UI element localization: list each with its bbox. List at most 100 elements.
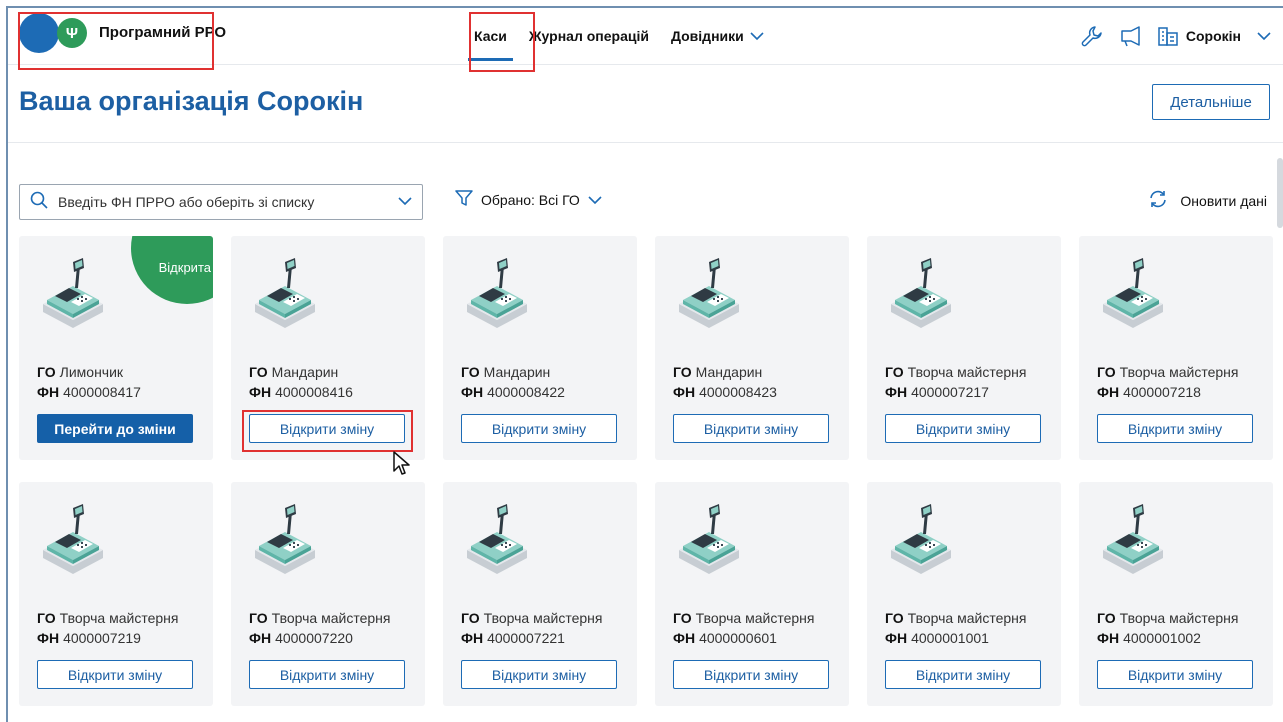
go-label: ГО xyxy=(1097,610,1116,626)
go-name: Творча майстерня xyxy=(907,364,1027,380)
go-label: ГО xyxy=(461,610,480,626)
search-icon xyxy=(30,191,48,214)
go-name: Творча майстерня xyxy=(59,610,179,626)
fn-label: ФН xyxy=(37,630,60,646)
open-shift-button[interactable]: Відкрити зміну xyxy=(673,660,829,689)
refresh-button[interactable]: Оновити дані xyxy=(1148,189,1267,212)
search-input[interactable]: Введіть ФН ПРРО або оберіть зі списку xyxy=(19,184,423,220)
search-placeholder: Введіть ФН ПРРО або оберіть зі списку xyxy=(58,194,315,210)
fn-label: ФН xyxy=(885,630,908,646)
building-icon xyxy=(1156,24,1180,48)
go-name: Творча майстерня xyxy=(1119,364,1239,380)
card-info: ГО Творча майстерня ФН 4000001002 xyxy=(1097,608,1238,648)
go-name: Мандарин xyxy=(695,364,763,380)
go-label: ГО xyxy=(37,610,56,626)
cash-register-card: ГО Творча майстерня ФН 4000007217 Відкрити… xyxy=(867,236,1061,460)
fn-number: 4000008422 xyxy=(487,384,565,400)
fn-number: 4000007217 xyxy=(911,384,989,400)
wrench-icon[interactable] xyxy=(1080,24,1104,48)
go-name: Творча майстерня xyxy=(907,610,1027,626)
cash-register-icon xyxy=(885,498,957,585)
cash-register-icon xyxy=(1097,498,1169,585)
go-name: Мандарин xyxy=(483,364,551,380)
card-info: ГО Творча майстерня ФН 4000000601 xyxy=(673,608,814,648)
go-name: Творча майстерня xyxy=(483,610,603,626)
fn-label: ФН xyxy=(1097,630,1120,646)
nav-item-directories[interactable]: Довідники xyxy=(671,8,764,64)
go-label: ГО xyxy=(673,610,692,626)
open-shift-button[interactable]: Відкрити зміну xyxy=(673,414,829,443)
open-shift-button[interactable]: Відкрити зміну xyxy=(37,660,193,689)
cash-register-card: ГО Мандарин ФН 4000008423 Відкрити зміну xyxy=(655,236,849,460)
filter-label: Обрано: Всі ГО xyxy=(481,191,580,208)
cash-register-card: ГО Творча майстерня ФН 4000001001 Відкрити… xyxy=(867,482,1061,706)
cash-register-icon xyxy=(461,252,533,339)
fn-label: ФН xyxy=(885,384,908,400)
logo-text: Програмний РРО xyxy=(99,24,227,41)
nav-item-label: Довідники xyxy=(670,28,744,44)
open-shift-button[interactable]: Відкрити зміну xyxy=(461,414,617,443)
user-menu[interactable]: Сорокін xyxy=(1156,24,1271,48)
page-title: Ваша організація Сорокін xyxy=(19,86,364,116)
chevron-down-icon xyxy=(750,28,764,44)
open-shift-button[interactable]: Відкрити зміну xyxy=(249,414,405,443)
open-shift-button[interactable]: Відкрити зміну xyxy=(461,660,617,689)
fn-label: ФН xyxy=(673,384,696,400)
cash-register-icon xyxy=(249,252,321,339)
card-info: ГО Лимончик ФН 4000008417 xyxy=(37,362,141,402)
go-label: ГО xyxy=(249,610,268,626)
cash-register-card: ГО Творча майстерня ФН 4000001002 Відкрити… xyxy=(1079,482,1273,706)
go-name: Творча майстерня xyxy=(1119,610,1239,626)
fn-number: 4000007218 xyxy=(1123,384,1201,400)
card-info: ГО Мандарин ФН 4000008423 xyxy=(673,362,777,402)
cash-register-icon xyxy=(673,498,745,585)
open-shift-button[interactable]: Відкрити зміну xyxy=(885,660,1041,689)
go-name: Творча майстерня xyxy=(271,610,391,626)
go-label: ГО xyxy=(885,364,904,380)
fn-label: ФН xyxy=(461,384,484,400)
fn-number: 4000008416 xyxy=(275,384,353,400)
cash-register-icon xyxy=(1097,252,1169,339)
card-info: ГО Творча майстерня ФН 4000007219 xyxy=(37,608,178,648)
go-label: ГО xyxy=(249,364,268,380)
cash-register-card: ГО Мандарин ФН 4000008416 Відкрити зміну xyxy=(231,236,425,460)
open-shift-button[interactable]: Відкрити зміну xyxy=(249,660,405,689)
chevron-down-icon xyxy=(1257,28,1271,44)
megaphone-icon[interactable] xyxy=(1118,24,1142,48)
fn-label: ФН xyxy=(461,630,484,646)
fn-number: 4000008423 xyxy=(699,384,777,400)
open-status-label: Відкрита xyxy=(158,260,211,275)
go-to-shift-button[interactable]: Перейти до зміни xyxy=(37,414,193,443)
chevron-down-icon xyxy=(588,192,602,208)
logo[interactable]: Ψ Програмний РРО xyxy=(19,13,229,53)
open-shift-button[interactable]: Відкрити зміну xyxy=(1097,660,1253,689)
fn-number: 4000001002 xyxy=(1123,630,1201,646)
card-info: ГО Творча майстерня ФН 4000007221 xyxy=(461,608,602,648)
go-name: Мандарин xyxy=(271,364,339,380)
fn-number: 4000000601 xyxy=(699,630,777,646)
fn-label: ФН xyxy=(673,630,696,646)
card-info: ГО Мандарин ФН 4000008416 xyxy=(249,362,353,402)
cash-register-card: Відкрита ГО Лимончик ФН 4000008417 Перейти… xyxy=(19,236,213,460)
chevron-down-icon[interactable] xyxy=(398,193,412,211)
details-button[interactable]: Детальніше xyxy=(1152,84,1270,120)
fn-label: ФН xyxy=(249,630,272,646)
cash-register-icon xyxy=(461,498,533,585)
nav-item-journal[interactable]: Журнал операцій xyxy=(529,8,649,64)
cash-register-icon xyxy=(249,498,321,585)
open-shift-button[interactable]: Відкрити зміну xyxy=(885,414,1041,443)
fn-label: ФН xyxy=(37,384,60,400)
mouse-cursor-icon xyxy=(393,451,411,482)
nav-item-kasy[interactable]: Каси xyxy=(468,8,513,64)
logo-blue-circle xyxy=(19,13,59,53)
card-info: ГО Творча майстерня ФН 4000007217 xyxy=(885,362,1026,402)
open-shift-button[interactable]: Відкрити зміну xyxy=(1097,414,1253,443)
cash-register-card: ГО Творча майстерня ФН 4000007219 Відкрити… xyxy=(19,482,213,706)
scrollbar[interactable] xyxy=(1277,158,1283,228)
card-info: ГО Творча майстерня ФН 4000007218 xyxy=(1097,362,1238,402)
go-filter[interactable]: Обрано: Всі ГО xyxy=(455,189,602,210)
cash-register-icon xyxy=(885,252,957,339)
fn-label: ФН xyxy=(1097,384,1120,400)
app-window: Ψ Програмний РРО Каси Журнал операцій До… xyxy=(6,6,1283,722)
card-info: ГО Творча майстерня ФН 4000001001 xyxy=(885,608,1026,648)
